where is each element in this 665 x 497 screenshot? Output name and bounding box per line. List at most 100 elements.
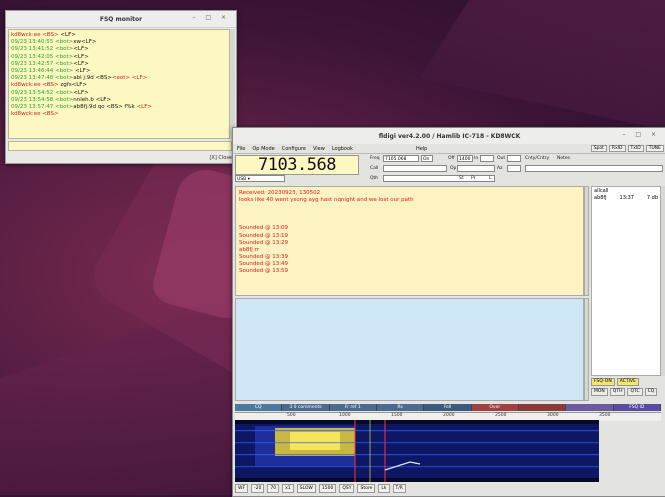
out-label: Out <box>497 156 506 161</box>
fsq-titlebar[interactable]: FSQ monitor – □ × <box>6 11 236 28</box>
fsq-controls: FSQ-ON ACTIVE MON QTH QTC CQ <box>591 378 663 398</box>
op-label: Op <box>450 166 457 171</box>
menu-opmode[interactable]: Op Mode <box>252 146 274 152</box>
waterfall-control[interactable]: 1500 <box>318 484 337 493</box>
macro-button[interactable]: 3 0 comments <box>282 404 330 411</box>
waterfall-control[interactable]: 70 <box>267 484 280 493</box>
fsq-scrollbar[interactable] <box>229 29 235 139</box>
menu-logbook[interactable]: Logbook <box>332 146 353 152</box>
macro-button[interactable]: Over <box>471 404 519 411</box>
window-controls[interactable]: – □ × <box>622 131 660 138</box>
active-toggle[interactable]: ACTIVE <box>616 378 639 386</box>
heard-list[interactable]: allcall ab8fj 13:37 7 db <box>591 186 661 376</box>
receive-line <box>239 204 580 211</box>
receive-pane[interactable]: Received: 20230923, 130502 looks like 40 … <box>235 186 584 296</box>
fsq-log-line: 09/23 13:40:55 <bot>xw<LF> <box>11 39 97 46</box>
fsq-log-line: kd8wck:ee <BS> zgfs<LF> <box>11 82 88 89</box>
freq-field[interactable]: 7105.068 <box>383 155 419 162</box>
scale-tick-label: 2000 <box>443 413 455 418</box>
off-field[interactable]: 1400 <box>457 155 473 162</box>
in-field[interactable] <box>480 155 494 162</box>
scale-tick-label: 3000 <box>547 413 559 418</box>
scale-tick-label: 500 <box>287 413 296 418</box>
macro-button[interactable] <box>518 404 567 411</box>
receive-line: looks like 40 went ysong ayg hast nqnigh… <box>239 197 414 204</box>
spot-button[interactable]: Spot <box>590 145 607 152</box>
mode-select[interactable]: USB ▾ <box>235 175 285 182</box>
fsq-log-line: kd8wck:ee <BS> <LF> <box>11 32 76 38</box>
fsq-log-line: 09/23 13:42:57 <bot><LF> <box>11 60 89 67</box>
rxid-button[interactable]: RxID <box>608 145 626 152</box>
pr-label: Pr <box>471 176 476 181</box>
macro-button[interactable]: Rs <box>376 404 425 411</box>
fsq-log-line: 09/23 13:46:44 <bot> <LF> <box>11 68 91 75</box>
waterfall-control[interactable]: x1 <box>282 484 294 493</box>
waterfall-controls: WF -20 70 x1 SLOW 1500 QSY Store Lk T/R <box>235 484 663 493</box>
fsq-log-line: 09/23 13:47:48 <bot>abl j:9d <BS><eot> <… <box>11 75 148 82</box>
notes-field[interactable] <box>525 165 663 172</box>
monitor-button[interactable]: MON <box>591 388 608 396</box>
waterfall-control[interactable]: QSY <box>339 484 355 493</box>
az-label: Az <box>497 166 503 171</box>
heard-row[interactable]: ab8fj 13:37 7 db <box>594 195 658 202</box>
menu-file[interactable]: File <box>237 146 245 152</box>
fsq-log-line: 09/23 13:54:52 <bot><LF> <box>11 89 89 96</box>
txid-button[interactable]: TxID <box>627 145 644 152</box>
scale-tick-label: 2500 <box>495 413 507 418</box>
qth-label: Qth <box>370 176 379 181</box>
in-label: In <box>474 156 479 161</box>
waterfall-control[interactable]: -20 <box>251 484 265 493</box>
fldigi-window: fldigi ver4.2.00 / Hamlib IC-718 - KD8WC… <box>232 127 665 497</box>
qth-field[interactable] <box>383 175 495 182</box>
menu-configure[interactable]: Configure <box>282 146 306 152</box>
frequency-display[interactable]: 7103.568 <box>235 155 359 175</box>
cq-button[interactable]: CQ <box>644 388 658 396</box>
fsq-log[interactable]: kd8wck:ee <BS> <LF> 09/23 13:40:55 <bot>x… <box>8 29 230 139</box>
receive-line: Sounded @ 13:49 <box>239 260 289 267</box>
macro-button[interactable]: Fr ref 1 <box>329 404 377 411</box>
receive-line: ab8fj rr <box>239 246 259 253</box>
close-button[interactable]: [X] Close <box>209 155 232 161</box>
waterfall-control[interactable]: WF <box>235 484 249 493</box>
out-field[interactable] <box>507 155 521 162</box>
waterfall-display[interactable] <box>235 420 599 482</box>
waterfall-control[interactable]: SLOW <box>296 484 316 493</box>
call-field[interactable] <box>383 165 447 172</box>
freq-label: Freq <box>370 156 380 161</box>
transmit-scrollbar[interactable] <box>584 298 589 401</box>
macro-button[interactable]: Fell <box>424 404 472 411</box>
receive-scrollbar[interactable] <box>584 186 589 296</box>
fsq-log-line: 09/23 13:57:47 <bot>ab8fj:9d qo <BS> f%k… <box>11 104 152 111</box>
fsq-input[interactable] <box>8 141 232 151</box>
receive-line: Received: 20230923, 130502 <box>239 190 321 196</box>
op-field[interactable] <box>457 165 495 172</box>
window-controls[interactable]: – □ × <box>192 14 230 21</box>
waterfall-control[interactable]: Store <box>357 484 376 493</box>
fsq-on-toggle[interactable]: FSQ-ON <box>591 378 615 386</box>
waterfall-control[interactable]: T/R <box>392 484 406 493</box>
heard-scrollbar[interactable] <box>661 186 665 376</box>
receive-line: Sounded @ 13:39 <box>239 253 289 260</box>
az-field[interactable] <box>507 165 521 172</box>
menu-view[interactable]: View <box>313 146 325 152</box>
cntry-label: Cnty/Cntry <box>525 156 550 161</box>
fldigi-title: fldigi ver4.2.00 / Hamlib IC-718 - KD8WC… <box>378 132 521 140</box>
tune-button[interactable]: TUNE <box>645 145 664 152</box>
macro-button[interactable]: CQ <box>235 404 283 411</box>
transmit-pane[interactable] <box>235 298 584 401</box>
call-label: Call <box>370 166 379 171</box>
fldigi-titlebar[interactable]: fldigi ver4.2.00 / Hamlib IC-718 - KD8WC… <box>233 128 665 145</box>
on-field[interactable]: On <box>421 155 433 162</box>
macro-button[interactable]: FSQ ID <box>613 404 661 411</box>
fsq-monitor-window: FSQ monitor – □ × kd8wck:ee <BS> <LF> 09/… <box>5 10 237 164</box>
macro-button[interactable] <box>566 404 614 411</box>
macro-bar: CQ 3 0 comments Fr ref 1 Rs Fell Over FSQ ID <box>235 404 661 411</box>
menu-help[interactable]: Help <box>416 146 427 152</box>
notes-label: Notes <box>557 156 570 161</box>
qtc-button[interactable]: QTC <box>627 388 643 396</box>
off-label: Off <box>448 156 455 161</box>
receive-line: Sounded @ 13:19 <box>239 232 289 239</box>
waterfall-control[interactable]: Lk <box>378 484 390 493</box>
scale-tick-label: 1500 <box>391 413 403 418</box>
qth-button[interactable]: QTH <box>609 388 626 396</box>
